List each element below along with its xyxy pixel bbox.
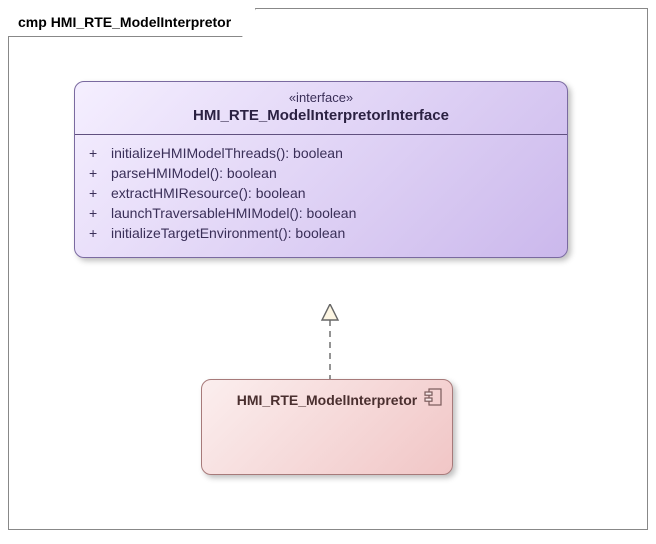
interface-classifier: «interface» HMI_RTE_ModelInterpretorInte… [74,81,568,258]
frame-label: cmp HMI_RTE_ModelInterpretor [8,8,256,37]
component-icon [424,388,442,406]
frame-keyword: cmp [18,14,47,30]
interface-stereotype: «interface» [85,90,557,105]
component-classifier: HMI_RTE_ModelInterpretor [201,379,453,475]
operation-row: + initializeHMIModelThreads(): boolean [89,143,553,163]
operation-visibility: + [89,165,111,181]
realization-connector [320,304,340,380]
operation-visibility: + [89,205,111,221]
operation-signature: extractHMIResource(): boolean [111,185,553,201]
operation-signature: launchTraversableHMIModel(): boolean [111,205,553,221]
interface-header: «interface» HMI_RTE_ModelInterpretorInte… [75,82,567,135]
operation-visibility: + [89,225,111,241]
operation-signature: initializeHMIModelThreads(): boolean [111,145,553,161]
operation-signature: initializeTargetEnvironment(): boolean [111,225,553,241]
interface-operations: + initializeHMIModelThreads(): boolean +… [75,135,567,257]
operation-row: + initializeTargetEnvironment(): boolean [89,223,553,243]
operation-row: + parseHMIModel(): boolean [89,163,553,183]
diagram-frame: cmp HMI_RTE_ModelInterpretor «interface»… [8,8,648,530]
operation-visibility: + [89,185,111,201]
operation-row: + extractHMIResource(): boolean [89,183,553,203]
operation-visibility: + [89,145,111,161]
operation-signature: parseHMIModel(): boolean [111,165,553,181]
component-name: HMI_RTE_ModelInterpretor [237,392,417,408]
frame-name: HMI_RTE_ModelInterpretor [51,14,231,30]
operation-row: + launchTraversableHMIModel(): boolean [89,203,553,223]
interface-name: HMI_RTE_ModelInterpretorInterface [85,107,557,124]
